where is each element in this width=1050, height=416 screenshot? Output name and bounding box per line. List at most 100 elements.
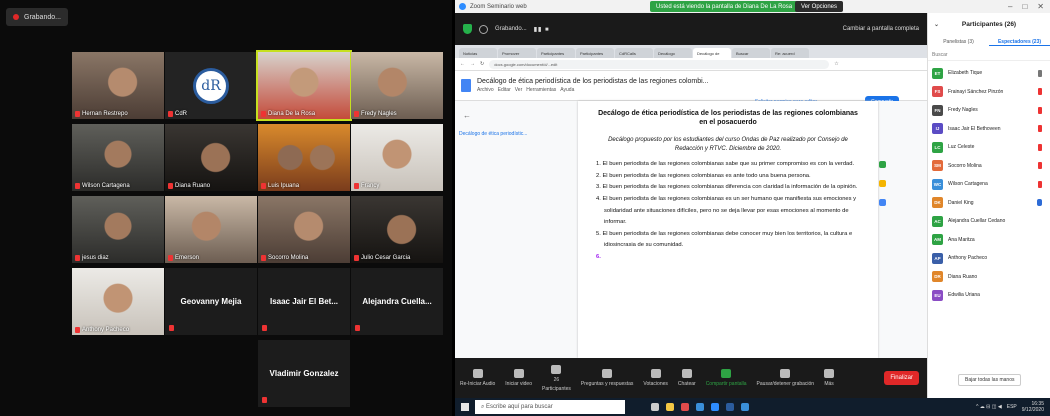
google-docs-icon[interactable] — [461, 79, 471, 92]
participant-row[interactable]: AC Alejandra Cuellar Cedano — [928, 212, 1050, 231]
chrome-icon[interactable] — [681, 403, 689, 411]
maximize-icon[interactable]: □ — [1022, 2, 1027, 11]
end-button[interactable]: Finalizar — [884, 371, 919, 385]
video-tile[interactable]: Hernan Restrepo — [72, 52, 164, 119]
browser-tab[interactable]: CdRCalls — [615, 48, 653, 58]
security-shield-icon[interactable] — [463, 24, 472, 34]
fullscreen-button[interactable]: Cambiar a pantalla completa — [843, 26, 919, 32]
browser-tab[interactable]: Decálogo — [654, 48, 692, 58]
video-tile[interactable]: Luis Ipuana — [258, 124, 350, 191]
language-indicator[interactable]: ESP — [1007, 404, 1017, 410]
control-button[interactable]: Compartir pantalla — [701, 369, 752, 387]
cursor-item[interactable]: 6. — [594, 252, 862, 264]
tab-panelists[interactable]: Panelistas (3) — [928, 39, 989, 45]
control-button[interactable]: Preguntas y respuestas — [576, 369, 639, 387]
participant-row[interactable]: FN Fredy Nagles — [928, 101, 1050, 120]
collapse-chevron-icon[interactable]: ⌄ — [934, 21, 939, 28]
close-icon[interactable]: ✕ — [1037, 2, 1044, 11]
mic-muted-icon — [1038, 106, 1042, 114]
tile-name-label: Fredy Nagles — [354, 111, 397, 117]
doc-menu-item[interactable]: Ver — [515, 87, 523, 93]
video-tile[interactable]: Socorro Molina — [258, 196, 350, 263]
app-icon[interactable] — [741, 403, 749, 411]
participant-row[interactable]: FS Frainayi Sánchez Pinzón — [928, 83, 1050, 102]
outline-back-icon[interactable]: ← — [463, 111, 471, 120]
video-tile[interactable]: Emerson — [165, 196, 257, 263]
back-icon[interactable]: ← — [460, 61, 465, 67]
doc-menu-item[interactable]: Editar — [498, 87, 511, 93]
video-tile[interactable]: Diana De la Rosa — [256, 50, 352, 121]
control-button[interactable]: Re-Iniciar Audio — [455, 369, 500, 387]
tasks-icon[interactable] — [879, 199, 886, 206]
doc-menu-item[interactable]: Ayuda — [560, 87, 574, 93]
zoom-icon[interactable] — [711, 403, 719, 411]
participant-row[interactable]: LC Luz Celeste — [928, 138, 1050, 157]
reload-icon[interactable]: ↻ — [480, 61, 484, 67]
browser-tab[interactable]: Participantes — [576, 48, 614, 58]
control-button[interactable]: Votaciones — [638, 369, 672, 387]
participant-name: Julio Cesar Garcia — [361, 255, 411, 261]
participant-row[interactable]: IJ Isaac Jair El Bethoveen — [928, 120, 1050, 139]
word-icon[interactable] — [726, 403, 734, 411]
avatar: AM — [932, 234, 943, 246]
control-button[interactable]: Iniciar video — [500, 369, 537, 387]
windows-start-icon[interactable] — [461, 403, 469, 411]
browser-tab[interactable]: Buscar — [732, 48, 770, 58]
lower-all-hands-button[interactable]: Bajar todas las manos — [958, 374, 1022, 386]
tray-icons[interactable]: ^ ☁ ⊟ ◫ ◀ — [976, 404, 1002, 410]
task-view-icon[interactable] — [651, 403, 659, 411]
browser-tab[interactable]: Noticias — [459, 48, 497, 58]
forward-icon[interactable]: → — [470, 61, 475, 67]
participant-row[interactable]: DR Diana Ruano — [928, 268, 1050, 287]
doc-menu-item[interactable]: Archivo — [477, 87, 494, 93]
pause-icon[interactable]: ▮▮ ■ — [534, 26, 550, 33]
view-options-button[interactable]: Ver Opciones — [795, 1, 844, 12]
video-tile[interactable]: Anthony Pacheco — [72, 268, 164, 335]
control-button[interactable]: Más — [819, 369, 839, 387]
participant-row[interactable]: WC Wilson Cartagena — [928, 175, 1050, 194]
participant-row[interactable]: AM Ana Maritza — [928, 231, 1050, 250]
control-button[interactable]: 26 Participantes — [537, 364, 576, 392]
browser-tab[interactable]: Decálogo de — [693, 48, 731, 58]
video-tile[interactable]: Isaac Jair El Bet... — [258, 268, 350, 335]
outline-item[interactable]: Decálogo de ética periodístic... — [459, 131, 527, 137]
video-tile[interactable]: Francy — [351, 124, 443, 191]
doc-title[interactable]: Decálogo de ética periodística de los pe… — [477, 78, 709, 85]
video-tile[interactable]: Wilson Cartagena — [72, 124, 164, 191]
file-explorer-icon[interactable] — [666, 403, 674, 411]
keep-icon[interactable] — [879, 180, 886, 187]
video-feed — [72, 268, 164, 335]
sheets-icon[interactable] — [879, 161, 886, 168]
browser-tab[interactable]: Promover — [498, 48, 536, 58]
participant-row[interactable]: ET Elizabeth Tique — [928, 64, 1050, 83]
control-button[interactable]: Pausar/detener grabación — [752, 369, 820, 387]
doc-menu-item[interactable]: Herramientas — [526, 87, 556, 93]
video-tile[interactable]: Alejandra Cuella... — [351, 268, 443, 335]
tab-attendees[interactable]: Espectadores (23) — [989, 39, 1050, 46]
document-page[interactable]: Decálogo de ética periodística de los pe… — [578, 101, 878, 358]
video-tile[interactable]: Geovanny Mejia — [165, 268, 257, 335]
video-tile[interactable]: Vladimir Gonzalez — [258, 340, 350, 407]
video-tile[interactable]: jesus diaz — [72, 196, 164, 263]
video-tile[interactable]: Fredy Nagles — [351, 52, 443, 119]
store-icon[interactable] — [696, 403, 704, 411]
browser-tab[interactable]: Re: acuerd — [771, 48, 809, 58]
video-tile[interactable]: Julio Cesar Garcia — [351, 196, 443, 263]
video-tile[interactable]: Diana Ruano — [165, 124, 257, 191]
video-tile[interactable]: dR CdR — [165, 52, 257, 119]
browser-tab[interactable]: Participantes — [537, 48, 575, 58]
participant-row[interactable]: AP Anthony Pacheco — [928, 249, 1050, 268]
participant-row[interactable]: SM Socorro Molina — [928, 157, 1050, 176]
participant-search[interactable]: Buscar — [928, 49, 1050, 61]
recording-indicator[interactable]: Grabando... — [6, 8, 68, 26]
url-field[interactable]: docs.google.com/document/d/...edit — [489, 59, 830, 69]
participant-name: Luz Celeste — [948, 144, 975, 151]
star-icon[interactable]: ☆ — [834, 61, 838, 67]
taskbar-search[interactable]: ⌕ Escribe aquí para buscar — [475, 400, 625, 414]
info-icon[interactable] — [479, 24, 488, 34]
control-button[interactable]: Chatear — [673, 369, 701, 387]
participant-row[interactable]: EU Edwilia Uriana — [928, 286, 1050, 305]
minimize-icon[interactable]: – — [1008, 2, 1012, 11]
clock[interactable]: 16:35 9/12/2020 — [1022, 401, 1044, 413]
participant-row[interactable]: DK Daniel King — [928, 194, 1050, 213]
